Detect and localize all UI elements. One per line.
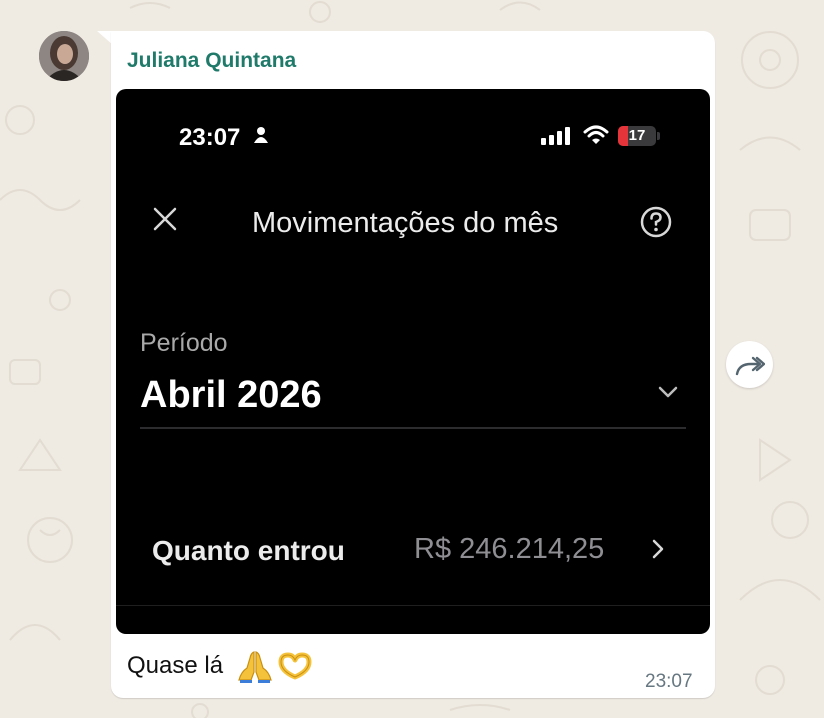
battery-nub xyxy=(657,132,660,140)
period-value: Abril 2026 xyxy=(140,374,322,416)
status-bar-time: 23:07 xyxy=(179,124,241,151)
emoji-group xyxy=(237,649,313,688)
message-text: Quase lá xyxy=(127,652,224,679)
avatar-photo xyxy=(39,31,89,81)
chevron-down-icon xyxy=(658,386,678,398)
sender-avatar[interactable] xyxy=(39,31,89,81)
forward-icon xyxy=(735,356,765,376)
battery-level: 17 xyxy=(628,127,646,144)
chevron-right-icon xyxy=(652,539,664,559)
help-icon xyxy=(640,206,672,238)
message-bubble[interactable]: Juliana Quintana 23:07 17 Movimentações … xyxy=(111,31,715,698)
screen-title: Movimentações do mês xyxy=(252,207,559,239)
close-icon xyxy=(153,207,177,231)
wifi-icon xyxy=(583,125,609,144)
period-underline xyxy=(140,427,686,429)
forward-button[interactable] xyxy=(726,341,773,388)
heart-hands-icon xyxy=(278,652,312,680)
cellular-signal-icon xyxy=(541,127,570,145)
row-divider xyxy=(116,605,710,606)
period-label: Período xyxy=(140,329,228,357)
message-timestamp: 23:07 xyxy=(645,671,693,692)
income-value: R$ 246.214,25 xyxy=(414,533,605,565)
battery-indicator: 17 xyxy=(618,126,656,146)
sender-name[interactable]: Juliana Quintana xyxy=(127,49,296,73)
person-icon xyxy=(254,127,268,143)
folded-hands-icon xyxy=(238,651,272,683)
income-label: Quanto entrou xyxy=(152,535,345,566)
shared-image[interactable]: 23:07 17 Movimentações do mês Período Ab… xyxy=(116,89,710,634)
